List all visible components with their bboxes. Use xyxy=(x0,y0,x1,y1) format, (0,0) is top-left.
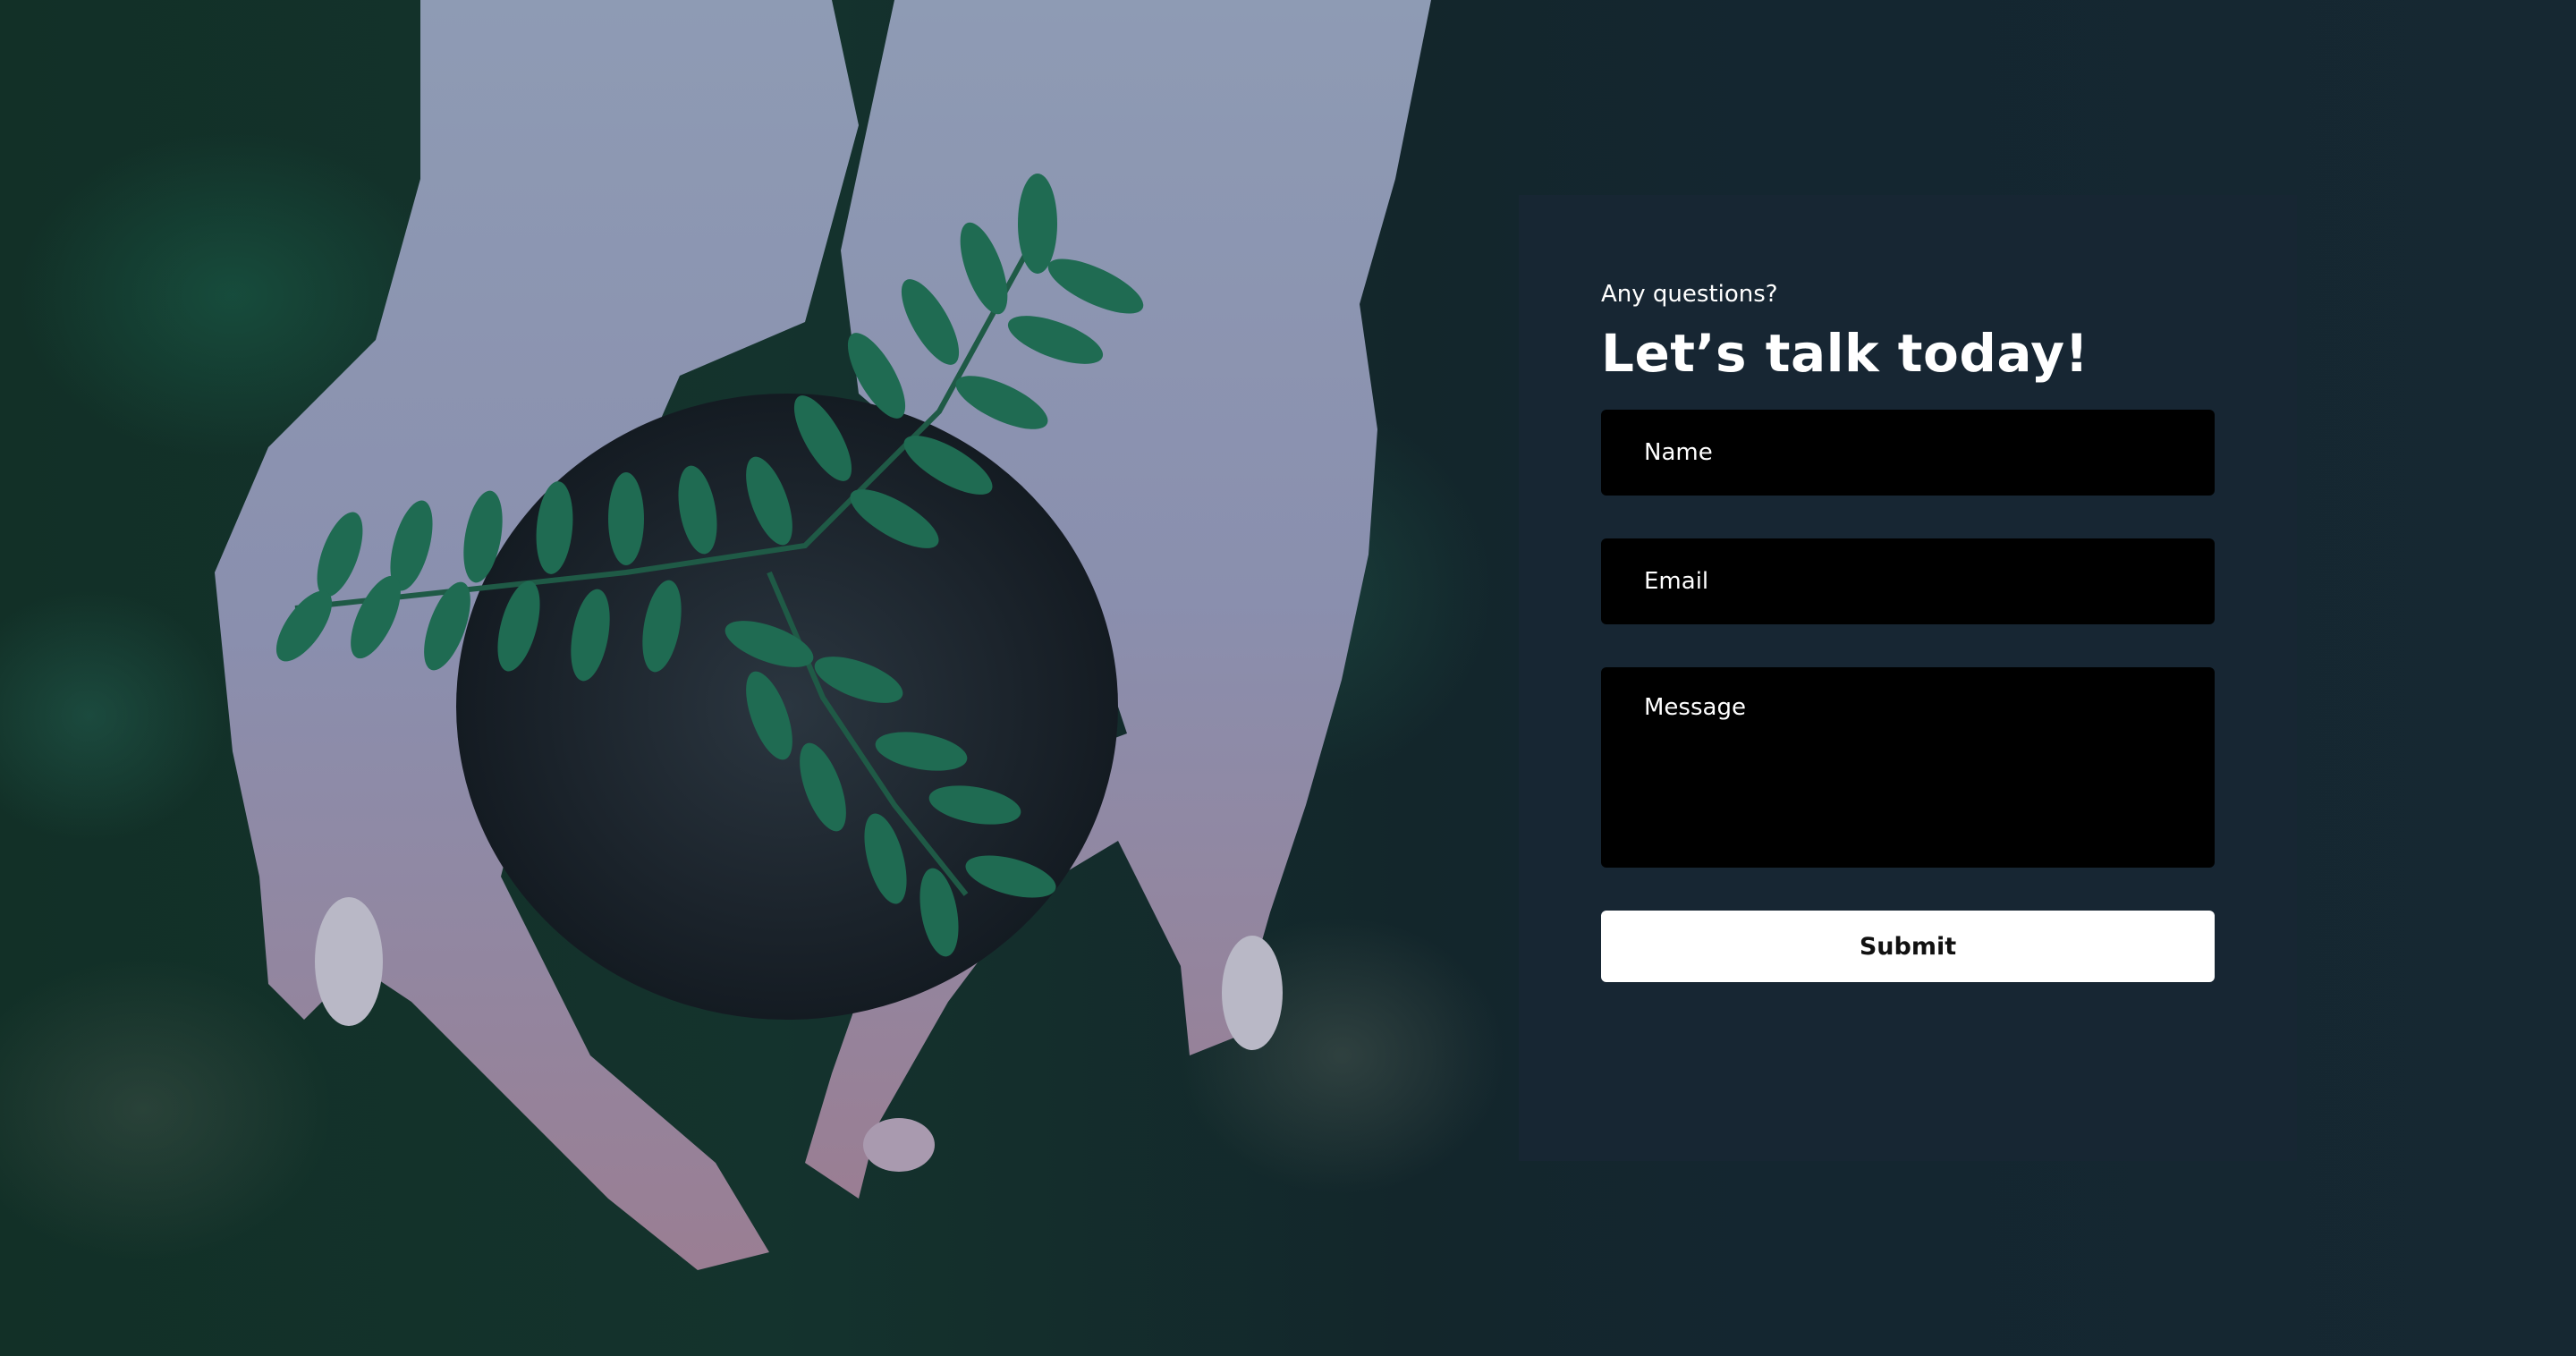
contact-form-card: Any questions? Let’s talk today! Submit xyxy=(1519,195,2297,1161)
submit-button[interactable]: Submit xyxy=(1601,911,2215,982)
form-headline: Let’s talk today! xyxy=(1601,323,2089,384)
email-field[interactable] xyxy=(1601,538,2215,624)
hands-seedling-illustration xyxy=(215,0,1431,1270)
form-eyebrow: Any questions? xyxy=(1601,281,1778,308)
message-field[interactable] xyxy=(1601,667,2215,868)
name-field[interactable] xyxy=(1601,410,2215,496)
